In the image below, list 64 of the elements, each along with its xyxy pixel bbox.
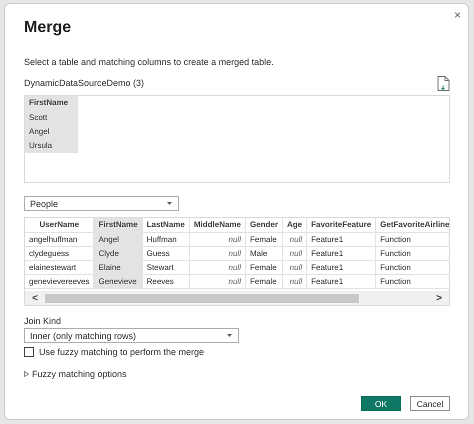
caret-icon	[167, 202, 172, 205]
scrollbar[interactable]: < >	[25, 291, 449, 305]
column-header[interactable]: Gender	[245, 218, 282, 232]
expander[interactable]: Fuzzy matching options	[24, 369, 127, 379]
column-header[interactable]: FirstName	[94, 218, 142, 232]
table-cell: genevievereeves	[25, 274, 94, 288]
table-cell: Female	[245, 232, 282, 246]
caret-right-icon	[24, 371, 29, 377]
ok-button[interactable]: OK	[361, 396, 401, 411]
caret-icon	[227, 334, 232, 337]
checkbox[interactable]	[24, 347, 34, 357]
table-cell: Ursula	[25, 138, 77, 152]
cancel-button[interactable]: Cancel	[410, 396, 450, 411]
table-cell: null	[189, 274, 246, 288]
table-cell: null	[282, 246, 307, 260]
table-cell: clydeguess	[25, 246, 94, 260]
table-cell: Function	[376, 274, 449, 288]
table-cell: elainestewart	[25, 260, 94, 274]
table-cell: Function	[376, 232, 449, 246]
table-cell: angelhuffman	[25, 232, 94, 246]
table-cell: Function	[376, 246, 449, 260]
table-cell: Huffman	[142, 232, 190, 246]
scrollbar-thumb[interactable]	[45, 294, 359, 302]
table-cell: Angel	[94, 232, 142, 246]
table-cell: Feature1	[306, 260, 376, 274]
table-cell: Scott	[25, 110, 77, 124]
column-header[interactable]: MiddleName	[189, 218, 246, 232]
column-header[interactable]: LastName	[142, 218, 190, 232]
column-header[interactable]: UserName	[25, 218, 94, 232]
table-cell: Feature1	[306, 232, 376, 246]
table-cell: Female	[245, 274, 282, 288]
table-cell: null	[189, 246, 246, 260]
table-cell: Stewart	[142, 260, 190, 274]
column-header[interactable]: GetFavoriteAirline	[376, 218, 449, 232]
table-cell: Elaine	[94, 260, 142, 274]
table-cell: Angel	[25, 124, 77, 138]
checkbox-label[interactable]: Use fuzzy matching to perform the merge	[39, 347, 204, 357]
column-header[interactable]: Age	[282, 218, 307, 232]
scroll-left-button[interactable]: <	[25, 292, 45, 304]
dropdown[interactable]: People	[24, 196, 179, 211]
table-cell: null	[282, 260, 307, 274]
table-cell: Clyde	[94, 246, 142, 260]
document-icon[interactable]	[437, 76, 450, 90]
table-cell: Genevieve	[94, 274, 142, 288]
table-cell: Guess	[142, 246, 190, 260]
description: Select a table and matching columns to create a merged table.	[24, 57, 275, 67]
table-cell: null	[282, 274, 307, 288]
dropdown[interactable]: Inner (only matching rows)	[24, 328, 239, 343]
column-header[interactable]: FirstName	[25, 96, 77, 110]
table-cell: Male	[245, 246, 282, 260]
table-cell: null	[189, 232, 246, 246]
close-button[interactable]: ×	[454, 9, 461, 21]
table-cell: null	[282, 232, 307, 246]
table-cell: Feature1	[306, 274, 376, 288]
table-cell: Reeves	[142, 274, 190, 288]
table-name: DynamicDataSourceDemo (3)	[24, 78, 144, 88]
column-header[interactable]: FavoriteFeature	[306, 218, 376, 232]
scroll-right-button[interactable]: >	[429, 292, 449, 304]
table-cell: null	[189, 260, 246, 274]
table-cell: Function	[376, 260, 449, 274]
table-cell: Female	[245, 260, 282, 274]
field-label: Join Kind	[24, 316, 62, 326]
table-cell: Feature1	[306, 246, 376, 260]
dialog-title: Merge	[24, 18, 72, 38]
